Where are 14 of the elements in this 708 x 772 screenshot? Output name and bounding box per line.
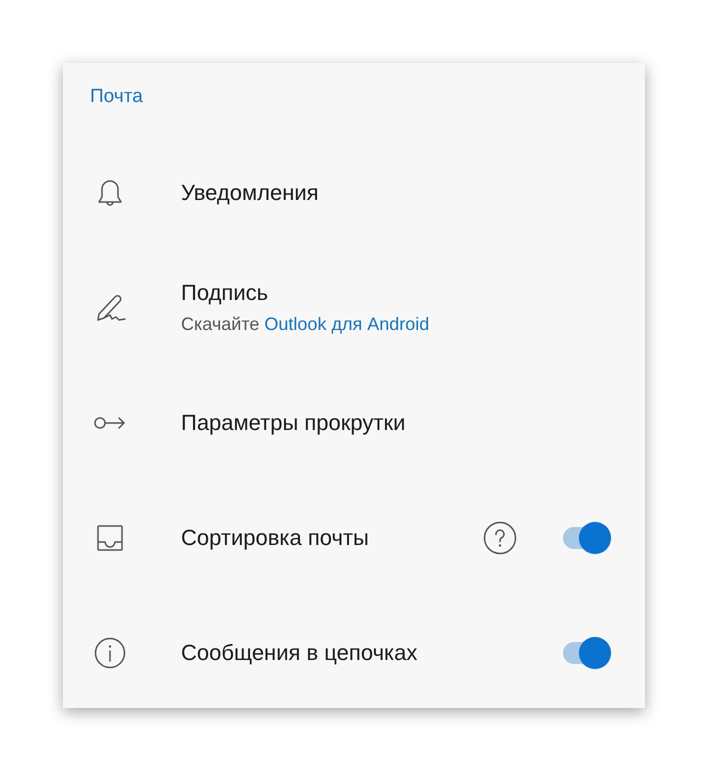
- toggle-switch[interactable]: [561, 636, 613, 670]
- download-link[interactable]: Outlook для Android: [264, 314, 430, 334]
- setting-label[interactable]: Параметры прокрутки: [181, 410, 406, 436]
- setting-subtitle: Скачайте Outlook для Android: [181, 314, 430, 335]
- toggle-switch[interactable]: [561, 520, 613, 554]
- help-icon[interactable]: [483, 520, 517, 554]
- setting-label[interactable]: Подпись: [181, 280, 268, 306]
- swipe-icon: [94, 414, 126, 430]
- setting-label[interactable]: Сортировка почты: [181, 524, 369, 550]
- section-title: Почта: [90, 85, 143, 109]
- setting-label[interactable]: Уведомления: [181, 180, 319, 206]
- info-icon: [94, 636, 126, 668]
- inbox-icon: [95, 522, 125, 552]
- setting-label[interactable]: Сообщения в цепочках: [181, 640, 418, 666]
